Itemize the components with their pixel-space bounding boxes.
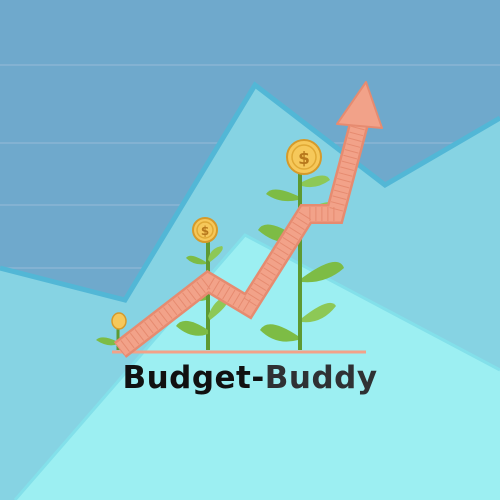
budget-buddy-logo: $ $ Budget-Buddy: [0, 0, 500, 500]
svg-text:$: $: [298, 149, 310, 169]
dollar-coin-icon: $: [192, 217, 218, 243]
brand-name-part1: Budget-: [122, 360, 265, 396]
brand-name-part2: Buddy: [264, 360, 378, 396]
dollar-coin-icon: $: [286, 139, 322, 175]
svg-text:$: $: [201, 224, 209, 238]
brand-name: Budget-Buddy: [0, 360, 500, 396]
logo-artwork: $ $: [0, 0, 500, 500]
